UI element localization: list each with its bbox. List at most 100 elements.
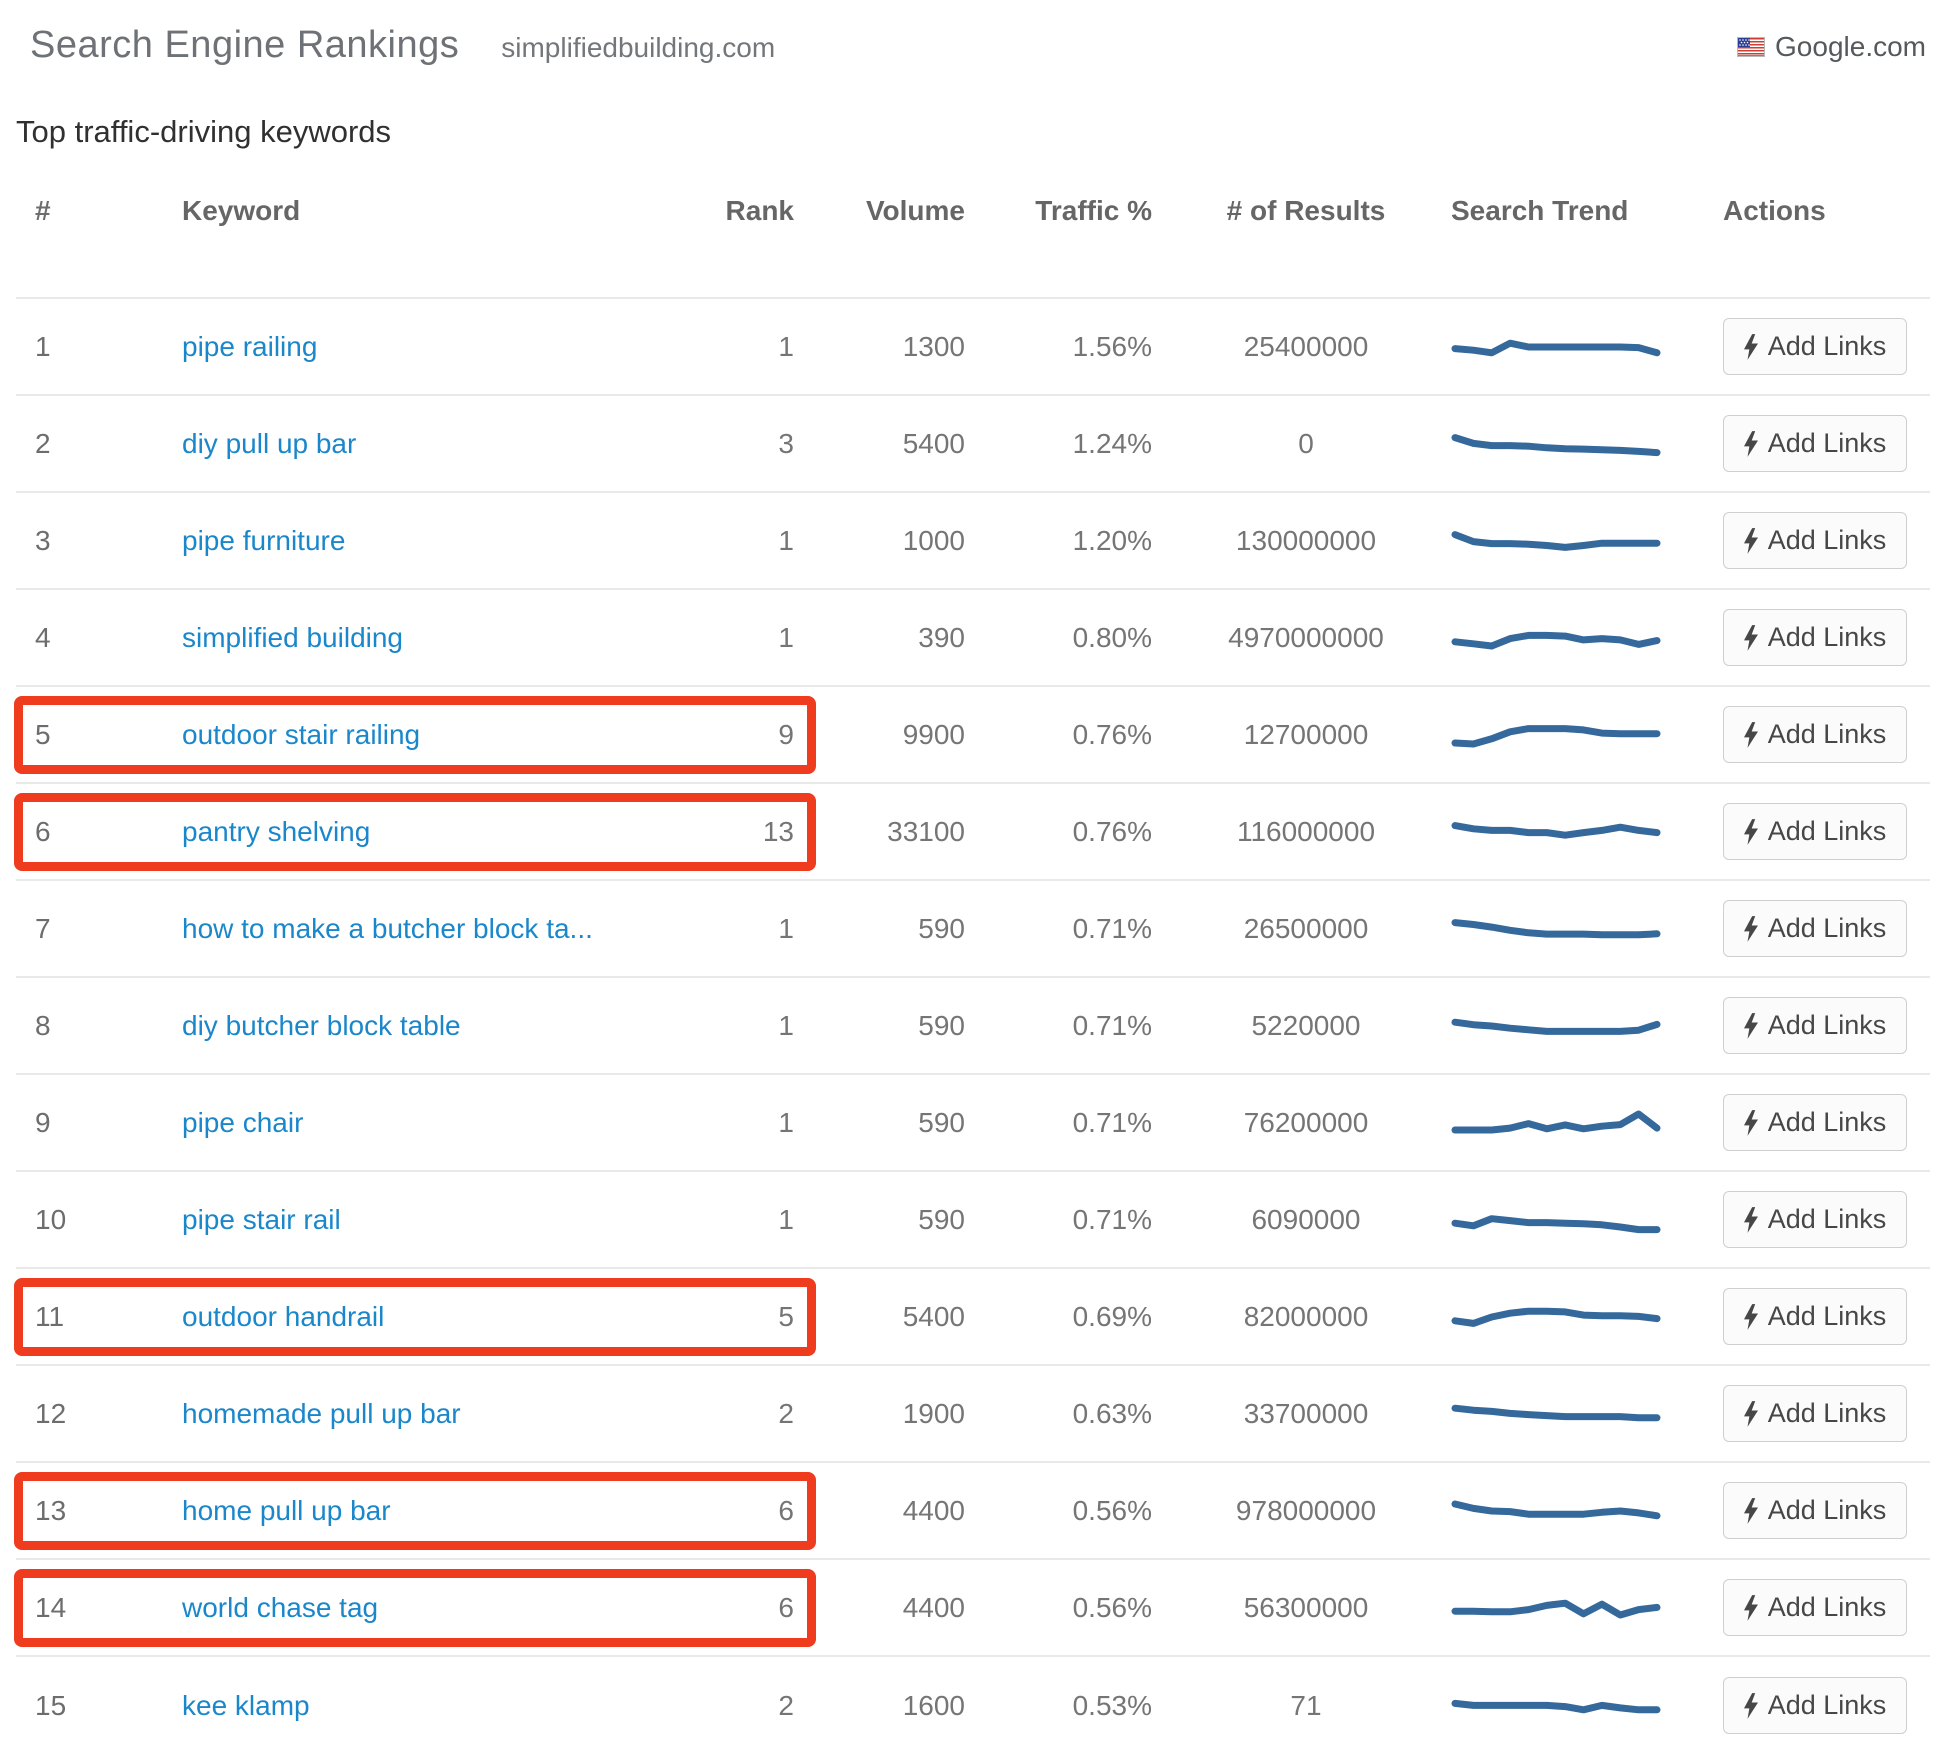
add-links-button[interactable]: Add Links — [1723, 1191, 1907, 1248]
results-count-value: 4970000000 — [1171, 622, 1441, 654]
results-count-value: 6090000 — [1171, 1204, 1441, 1236]
add-links-button[interactable]: Add Links — [1723, 1288, 1907, 1345]
keywords-table: # Keyword Rank Volume Traffic % # of Res… — [0, 156, 1946, 1746]
keyword-link[interactable]: outdoor stair railing — [182, 719, 420, 751]
rank-value: 1 — [657, 913, 816, 945]
add-links-button[interactable]: Add Links — [1723, 415, 1907, 472]
add-links-button[interactable]: Add Links — [1723, 609, 1907, 666]
add-links-button[interactable]: Add Links — [1723, 1094, 1907, 1151]
add-links-button[interactable]: Add Links — [1723, 900, 1907, 957]
table-row: 2 diy pull up bar 3 5400 1.24% 0 Add Lin… — [16, 396, 1930, 493]
results-count-value: 56300000 — [1171, 1592, 1441, 1624]
table-row: 12 homemade pull up bar 2 1900 0.63% 337… — [16, 1366, 1930, 1463]
traffic-percent-value: 0.56% — [981, 1495, 1171, 1527]
results-count-value: 82000000 — [1171, 1301, 1441, 1333]
keyword-link[interactable]: diy pull up bar — [182, 428, 356, 460]
results-count-value: 12700000 — [1171, 719, 1441, 751]
add-links-button[interactable]: Add Links — [1723, 997, 1907, 1054]
keyword-link[interactable]: outdoor handrail — [182, 1301, 384, 1333]
add-links-label: Add Links — [1768, 622, 1887, 653]
keyword-link[interactable]: pipe furniture — [182, 525, 345, 557]
results-count-value: 33700000 — [1171, 1398, 1441, 1430]
rank-value: 2 — [657, 1398, 816, 1430]
add-links-label: Add Links — [1768, 525, 1887, 556]
volume-value: 4400 — [816, 1495, 981, 1527]
lightning-bolt-icon — [1744, 1110, 1758, 1136]
add-links-label: Add Links — [1768, 1107, 1887, 1138]
column-header-trend: Search Trend — [1441, 195, 1711, 227]
table-row: 14 world chase tag 6 4400 0.56% 56300000… — [16, 1560, 1930, 1657]
row-number: 2 — [16, 428, 182, 460]
add-links-button[interactable]: Add Links — [1723, 1677, 1907, 1734]
traffic-percent-value: 0.71% — [981, 1010, 1171, 1042]
keyword-link[interactable]: pipe chair — [182, 1107, 303, 1139]
table-row: 6 pantry shelving 13 33100 0.76% 1160000… — [16, 784, 1930, 881]
traffic-percent-value: 0.69% — [981, 1301, 1171, 1333]
keyword-link[interactable]: pipe railing — [182, 331, 317, 363]
table-row: 3 pipe furniture 1 1000 1.20% 130000000 … — [16, 493, 1930, 590]
traffic-percent-value: 0.76% — [981, 719, 1171, 751]
add-links-button[interactable]: Add Links — [1723, 1482, 1907, 1539]
row-number: 9 — [16, 1107, 182, 1139]
add-links-label: Add Links — [1768, 1690, 1887, 1721]
table-row: 7 how to make a butcher block ta... 1 59… — [16, 881, 1930, 978]
column-header-volume: Volume — [816, 195, 981, 227]
lightning-bolt-icon — [1744, 431, 1758, 457]
add-links-label: Add Links — [1768, 1301, 1887, 1332]
volume-value: 1300 — [816, 331, 981, 363]
traffic-percent-value: 0.76% — [981, 816, 1171, 848]
table-row: 4 simplified building 1 390 0.80% 497000… — [16, 590, 1930, 687]
column-header-actions: Actions — [1711, 195, 1930, 227]
rank-value: 3 — [657, 428, 816, 460]
volume-value: 590 — [816, 1204, 981, 1236]
keyword-link[interactable]: world chase tag — [182, 1592, 378, 1624]
traffic-percent-value: 0.63% — [981, 1398, 1171, 1430]
lightning-bolt-icon — [1744, 722, 1758, 748]
volume-value: 390 — [816, 622, 981, 654]
volume-value: 5400 — [816, 428, 981, 460]
add-links-button[interactable]: Add Links — [1723, 318, 1907, 375]
table-row: 15 kee klamp 2 1600 0.53% 71 Add Links — [16, 1657, 1930, 1746]
row-number: 13 — [16, 1495, 182, 1527]
results-count-value: 130000000 — [1171, 525, 1441, 557]
search-trend-sparkline — [1451, 810, 1661, 854]
search-trend-sparkline — [1451, 1489, 1661, 1533]
search-trend-sparkline — [1451, 325, 1661, 369]
section-title: Top traffic-driving keywords — [0, 114, 1946, 156]
keyword-link[interactable]: home pull up bar — [182, 1495, 391, 1527]
rank-value: 2 — [657, 1690, 816, 1722]
add-links-label: Add Links — [1768, 719, 1887, 750]
add-links-button[interactable]: Add Links — [1723, 1385, 1907, 1442]
keyword-link[interactable]: pantry shelving — [182, 816, 370, 848]
search-trend-sparkline — [1451, 1586, 1661, 1630]
add-links-button[interactable]: Add Links — [1723, 706, 1907, 763]
report-header: Search Engine Rankings simplifiedbuildin… — [0, 0, 1946, 88]
keyword-link[interactable]: how to make a butcher block ta... — [182, 913, 593, 945]
keyword-link[interactable]: kee klamp — [182, 1690, 310, 1722]
row-number: 5 — [16, 719, 182, 751]
rank-value: 13 — [657, 816, 816, 848]
add-links-label: Add Links — [1768, 331, 1887, 362]
keyword-link[interactable]: simplified building — [182, 622, 403, 654]
results-count-value: 26500000 — [1171, 913, 1441, 945]
search-trend-sparkline — [1451, 1004, 1661, 1048]
add-links-button[interactable]: Add Links — [1723, 1579, 1907, 1636]
row-number: 1 — [16, 331, 182, 363]
search-trend-sparkline — [1451, 616, 1661, 660]
rank-value: 6 — [657, 1495, 816, 1527]
add-links-label: Add Links — [1768, 1495, 1887, 1526]
search-trend-sparkline — [1451, 1198, 1661, 1242]
table-header-row: # Keyword Rank Volume Traffic % # of Res… — [16, 156, 1930, 299]
traffic-percent-value: 1.20% — [981, 525, 1171, 557]
keyword-link[interactable]: diy butcher block table — [182, 1010, 461, 1042]
lightning-bolt-icon — [1744, 528, 1758, 554]
keyword-link[interactable]: pipe stair rail — [182, 1204, 341, 1236]
add-links-button[interactable]: Add Links — [1723, 803, 1907, 860]
rank-value: 5 — [657, 1301, 816, 1333]
keyword-link[interactable]: homemade pull up bar — [182, 1398, 461, 1430]
volume-value: 9900 — [816, 719, 981, 751]
add-links-button[interactable]: Add Links — [1723, 512, 1907, 569]
results-count-value: 0 — [1171, 428, 1441, 460]
add-links-label: Add Links — [1768, 1204, 1887, 1235]
results-count-value: 71 — [1171, 1690, 1441, 1722]
